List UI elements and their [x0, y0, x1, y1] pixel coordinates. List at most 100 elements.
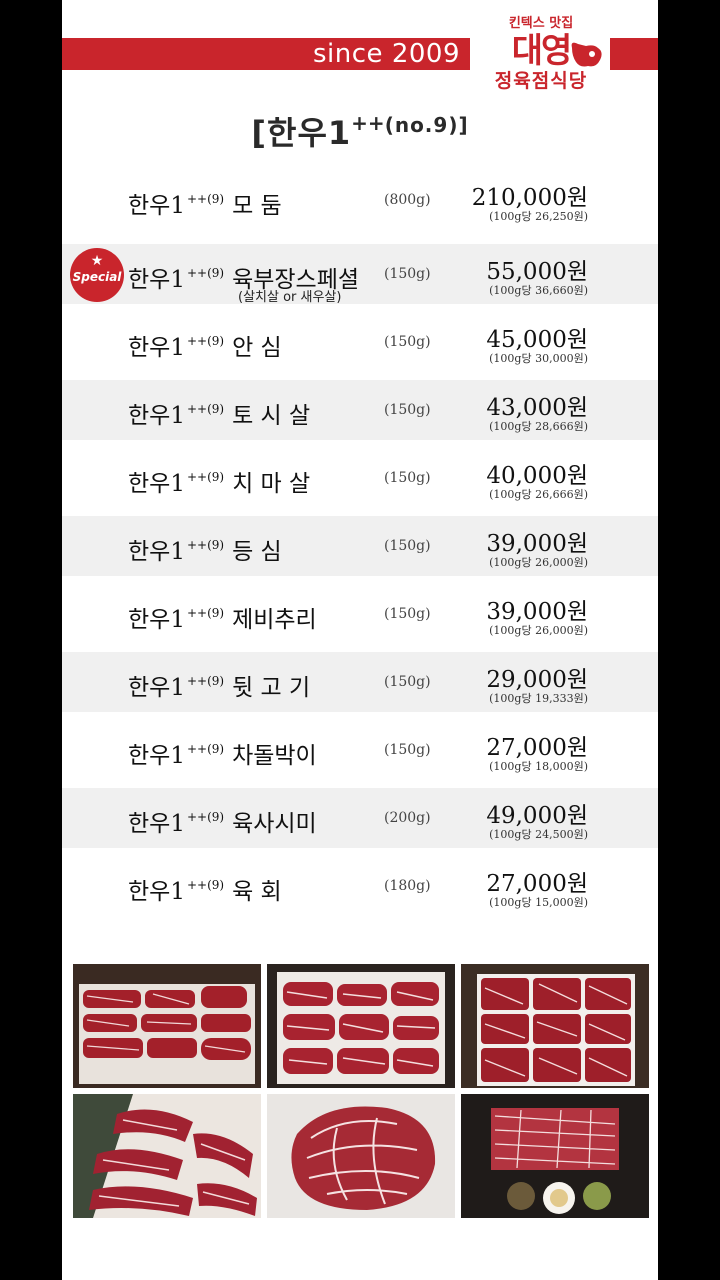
price-per-100g: (100g당 26,250원) [489, 210, 588, 223]
menu-item: 한우1 ++(9) 제비추리 (150g) 39,000원 (100g당 26,000원) [62, 584, 658, 644]
item-name: 한우1 ++(9) 뒷 고 기 [128, 668, 310, 702]
grade-superscript: ++(9) [186, 470, 225, 484]
meat-photo [267, 1094, 455, 1218]
special-badge: ★ Special [70, 248, 124, 302]
price-per-100g: (100g당 28,666원) [489, 420, 588, 433]
logo-subtitle: 정육점식당 [494, 70, 588, 92]
item-weight: (150g) [384, 334, 431, 350]
beef-grade-label: 한우1 [128, 811, 185, 837]
item-weight: (150g) [384, 266, 431, 282]
beef-grade-label: 한우1 [128, 675, 185, 701]
item-price: 40,000원 [486, 463, 588, 489]
beef-grade-label: 한우1 [128, 403, 185, 429]
cut-name: 치 마 살 [232, 471, 311, 497]
beef-grade-label: 한우1 [128, 607, 185, 633]
menu-page: since 2009 킨텍스 맛집 대영 정육점식당 [한우1++(no.9)]… [62, 0, 658, 1280]
price-per-100g: (100g당 30,000원) [489, 352, 588, 365]
beef-grade-label: 한우1 [128, 539, 185, 565]
item-price: 43,000원 [486, 395, 588, 421]
item-name: 한우1 ++(9) 치 마 살 [128, 464, 310, 498]
item-price: 27,000원 [486, 735, 588, 761]
price-per-100g: (100g당 24,500원) [489, 828, 588, 841]
meat-photo [73, 1094, 261, 1218]
grade-superscript: ++(9) [186, 538, 225, 552]
item-name: 한우1 ++(9) 토 시 살 [128, 396, 310, 430]
beef-grade-label: 한우1 [128, 743, 185, 769]
price-per-100g: (100g당 19,333원) [489, 692, 588, 705]
beef-grade-label: 한우1 [128, 267, 185, 293]
price-per-100g: (100g당 26,000원) [489, 624, 588, 637]
header-bar-right [610, 38, 658, 70]
beef-grade-label: 한우1 [128, 879, 185, 905]
cut-name: 육사시미 [232, 811, 317, 837]
cut-name: 토 시 살 [232, 403, 311, 429]
item-name: 한우1 ++(9) 육 회 [128, 872, 282, 906]
cut-name: 모 둠 [232, 193, 282, 219]
cow-head-icon [571, 42, 602, 67]
beef-grade-label: 한우1 [128, 471, 185, 497]
grade-superscript: ++(9) [186, 266, 225, 280]
meat-photo [267, 964, 455, 1088]
price-per-100g: (100g당 15,000원) [489, 896, 588, 909]
item-name: 한우1 ++(9) 안 심 [128, 328, 282, 362]
menu-item: 한우1 ++(9) 육사시미 (200g) 49,000원 (100g당 24,500원) [62, 788, 658, 848]
since-text: since 2009 [313, 39, 460, 69]
item-price: 55,000원 [486, 259, 588, 285]
cut-subtitle: (살치살 or 새우살) [238, 290, 342, 305]
menu-item: ★ Special 한우1 ++(9) 육부장스페셜 (150g) 55,000원 (100g… [62, 244, 658, 305]
menu-item: 한우1 ++(9) 등 심 (150g) 39,000원 (100g당 26,000원) [62, 516, 658, 576]
grade-superscript: ++(9) [186, 674, 225, 688]
item-price: 39,000원 [486, 531, 588, 557]
menu-item: 한우1 ++(9) 안 심 (150g) 45,000원 (100g당 30,000원) [62, 312, 658, 372]
grade-superscript: ++(9) [186, 192, 225, 206]
item-price: 210,000원 [471, 185, 588, 211]
item-price: 27,000원 [486, 871, 588, 897]
item-name: 한우1 ++(9) 제비추리 [128, 600, 317, 634]
meat-photo [73, 964, 261, 1088]
item-weight: (150g) [384, 606, 431, 622]
item-weight: (150g) [384, 470, 431, 486]
menu-item: 한우1 ++(9) 토 시 살 (150g) 43,000원 (100g당 28,666원… [62, 380, 658, 440]
cut-name: 등 심 [232, 539, 282, 565]
item-name: 한우1 ++(9) 등 심 [128, 532, 282, 566]
cut-name: 차돌박이 [232, 743, 317, 769]
menu-item: 한우1 ++(9) 차돌박이 (150g) 27,000원 (100g당 18,000원) [62, 720, 658, 780]
item-weight: (150g) [384, 742, 431, 758]
grade-superscript: ++(9) [186, 334, 225, 348]
cut-name: 제비추리 [232, 607, 317, 633]
grade-superscript: ++(9) [186, 878, 225, 892]
logo-tagline: 킨텍스 맛집 [508, 16, 574, 31]
item-weight: (150g) [384, 538, 431, 554]
beef-grade-label: 한우1 [128, 335, 185, 361]
item-weight: (150g) [384, 674, 431, 690]
item-weight: (180g) [384, 878, 431, 894]
price-per-100g: (100g당 26,000원) [489, 556, 588, 569]
item-weight: (200g) [384, 810, 431, 826]
restaurant-logo: 킨텍스 맛집 대영 정육점식당 [478, 16, 604, 106]
grade-superscript: ++(9) [186, 810, 225, 824]
grade-superscript: ++(9) [186, 742, 225, 756]
price-per-100g: (100g당 18,000원) [489, 760, 588, 773]
price-per-100g: (100g당 26,666원) [489, 488, 588, 501]
price-per-100g: (100g당 36,660원) [489, 284, 588, 297]
grade-superscript: ++(9) [186, 606, 225, 620]
item-price: 39,000원 [486, 599, 588, 625]
badge-label: Special [72, 270, 122, 284]
item-name: 한우1 ++(9) 육사시미 [128, 804, 317, 838]
grade-superscript: ++(9) [186, 402, 225, 416]
star-icon: ★ [90, 253, 104, 269]
cut-name: 뒷 고 기 [232, 675, 311, 701]
item-price: 29,000원 [486, 667, 588, 693]
meat-photo [461, 964, 649, 1088]
item-price: 49,000원 [486, 803, 588, 829]
item-weight: (800g) [384, 192, 431, 208]
item-name: 한우1 ++(9) 차돌박이 [128, 736, 317, 770]
menu-title: [한우1++(no.9)] [251, 111, 469, 152]
item-price: 45,000원 [486, 327, 588, 353]
menu-item: 한우1 ++(9) 육 회 (180g) 27,000원 (100g당 15,000원) [62, 856, 658, 916]
menu-item: 한우1 ++(9) 모 둠 (800g) 210,000원 (100g당 26,250원) [62, 170, 658, 230]
meat-photo [461, 1094, 649, 1218]
item-weight: (150g) [384, 402, 431, 418]
item-name: 한우1 ++(9) 모 둠 [128, 186, 282, 220]
cut-name: 안 심 [232, 335, 282, 361]
